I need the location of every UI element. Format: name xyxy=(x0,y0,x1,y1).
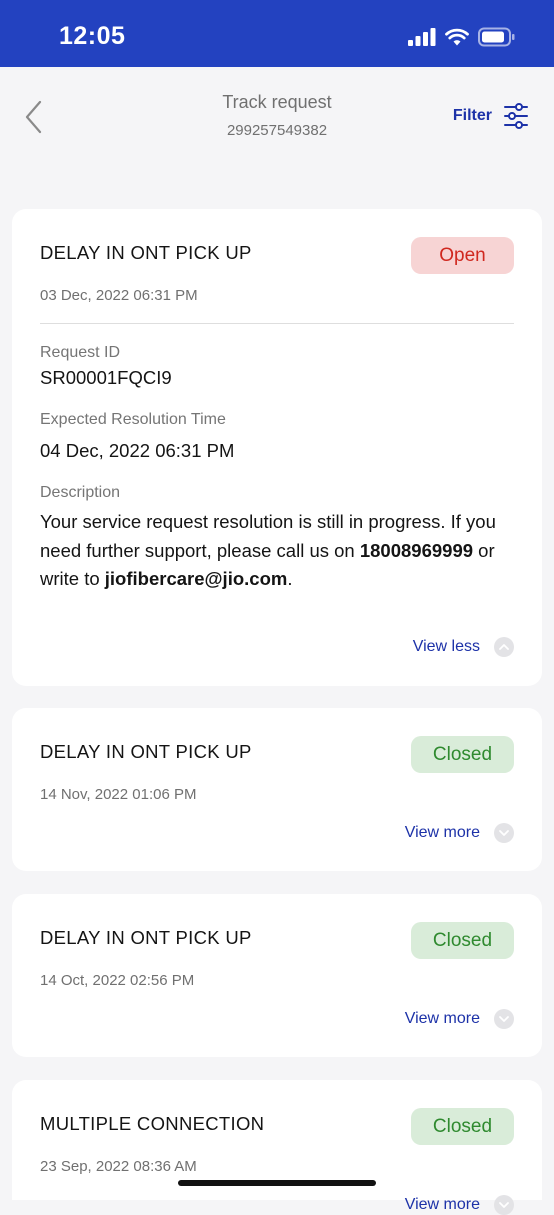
filter-label: Filter xyxy=(452,107,492,124)
request-card[interactable]: DELAY IN ONT PICK UP Open 03 Dec, 2022 0… xyxy=(12,209,542,686)
status-bar: 12:05 xyxy=(0,0,554,67)
request-title: DELAY IN ONT PICK UP xyxy=(40,741,252,762)
view-more-button[interactable]: View more xyxy=(405,1195,514,1215)
view-more-button[interactable]: View more xyxy=(405,1009,514,1029)
status-badge: Closed xyxy=(411,736,514,773)
support-phone[interactable]: 18008969999 xyxy=(360,540,473,561)
signal-icon xyxy=(408,28,436,46)
status-badge: Open xyxy=(411,237,514,274)
home-indicator[interactable] xyxy=(178,1180,376,1186)
wifi-icon xyxy=(445,28,469,46)
request-title: MULTIPLE CONNECTION xyxy=(40,1113,265,1134)
chevron-down-icon xyxy=(494,1195,514,1215)
chevron-down-icon xyxy=(494,1009,514,1029)
description-text: Your service request resolution is still… xyxy=(40,511,496,589)
view-less-button[interactable]: View less xyxy=(413,637,514,657)
chevron-up-icon xyxy=(494,637,514,657)
view-less-label: View less xyxy=(412,638,480,655)
status-badge: Closed xyxy=(411,922,514,959)
view-more-label: View more xyxy=(404,1196,480,1213)
support-email[interactable]: jiofibercare@jio.com xyxy=(105,568,288,589)
status-icons xyxy=(408,26,516,48)
resolution-time-value: 04 Dec, 2022 06:31 PM xyxy=(40,440,235,461)
view-more-label: View more xyxy=(404,1010,480,1027)
view-more-button[interactable]: View more xyxy=(405,823,514,843)
sliders-icon xyxy=(504,103,528,129)
request-card[interactable]: DELAY IN ONT PICK UP Closed 14 Nov, 2022… xyxy=(12,708,542,871)
resolution-time-label: Expected Resolution Time xyxy=(40,411,226,428)
request-date: 23 Sep, 2022 08:36 AM xyxy=(40,1158,197,1175)
chevron-down-icon xyxy=(494,823,514,843)
view-more-label: View more xyxy=(404,824,480,841)
request-title: DELAY IN ONT PICK UP xyxy=(40,242,252,263)
request-date: 03 Dec, 2022 06:31 PM xyxy=(40,287,198,304)
description-label: Description xyxy=(40,484,121,501)
request-date: 14 Nov, 2022 01:06 PM xyxy=(40,786,197,803)
request-date: 14 Oct, 2022 02:56 PM xyxy=(40,972,195,989)
request-id-value: SR00001FQCI9 xyxy=(40,367,172,388)
request-card[interactable]: DELAY IN ONT PICK UP Closed 14 Oct, 2022… xyxy=(12,894,542,1057)
filter-button[interactable]: Filter xyxy=(453,103,528,129)
battery-icon xyxy=(478,27,515,47)
status-time: 12:05 xyxy=(59,22,126,50)
page-header: Track request 299257549382 Filter xyxy=(0,67,554,177)
status-badge: Closed xyxy=(411,1108,514,1145)
request-id-label: Request ID xyxy=(40,344,121,361)
request-title: DELAY IN ONT PICK UP xyxy=(40,927,252,948)
divider xyxy=(40,323,514,324)
